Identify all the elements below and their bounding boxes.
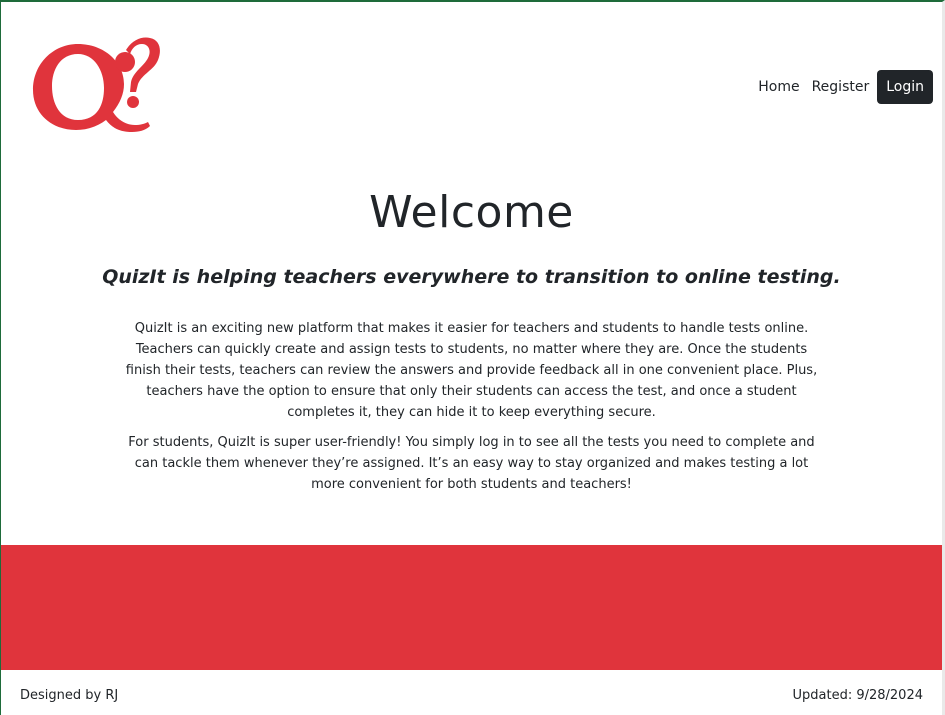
nav-register-link[interactable]: Register xyxy=(806,71,876,103)
login-button[interactable]: Login xyxy=(877,70,933,104)
navbar: Home Register Login xyxy=(1,2,942,152)
intro-paragraph-students: For students, QuizIt is super user-frien… xyxy=(128,435,815,492)
updated-date-text: Updated: 9/28/2024 xyxy=(792,688,923,703)
quizit-logo[interactable] xyxy=(28,32,164,134)
intro-paragraph-teachers: QuizIt is an exciting new platform that … xyxy=(125,321,818,420)
main-content: Welcome QuizIt is helping teachers every… xyxy=(1,187,942,495)
red-banner xyxy=(1,545,942,670)
nav-home-link[interactable]: Home xyxy=(752,71,805,103)
footer: Designed by RJ Updated: 9/28/2024 xyxy=(1,670,942,715)
page-title: Welcome xyxy=(369,187,574,238)
designed-by-text: Designed by RJ xyxy=(20,688,119,703)
tagline: QuizIt is helping teachers everywhere to… xyxy=(102,266,841,288)
nav-links: Home Register Login xyxy=(752,70,933,104)
page-frame: Home Register Login Welcome QuizIt is he… xyxy=(0,0,945,715)
